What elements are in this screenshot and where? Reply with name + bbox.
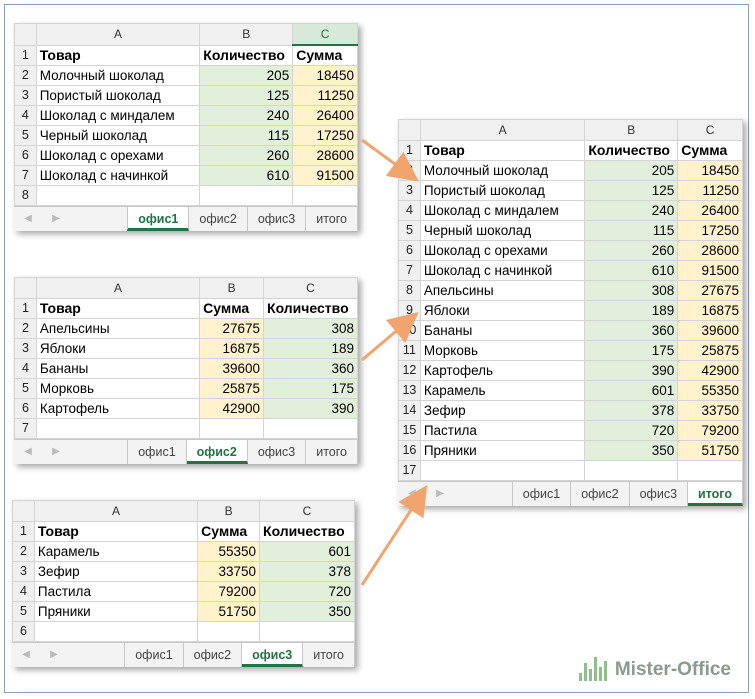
mister-office-logo: Mister-Office [578,655,731,681]
arrow-office3-to-total [360,484,428,586]
logo-bars-icon [578,655,607,681]
arrows [360,138,428,586]
arrow-office1-to-total [361,138,419,182]
arrow-office2-to-total [361,312,419,362]
logo-text: Mister-Office [614,659,731,680]
